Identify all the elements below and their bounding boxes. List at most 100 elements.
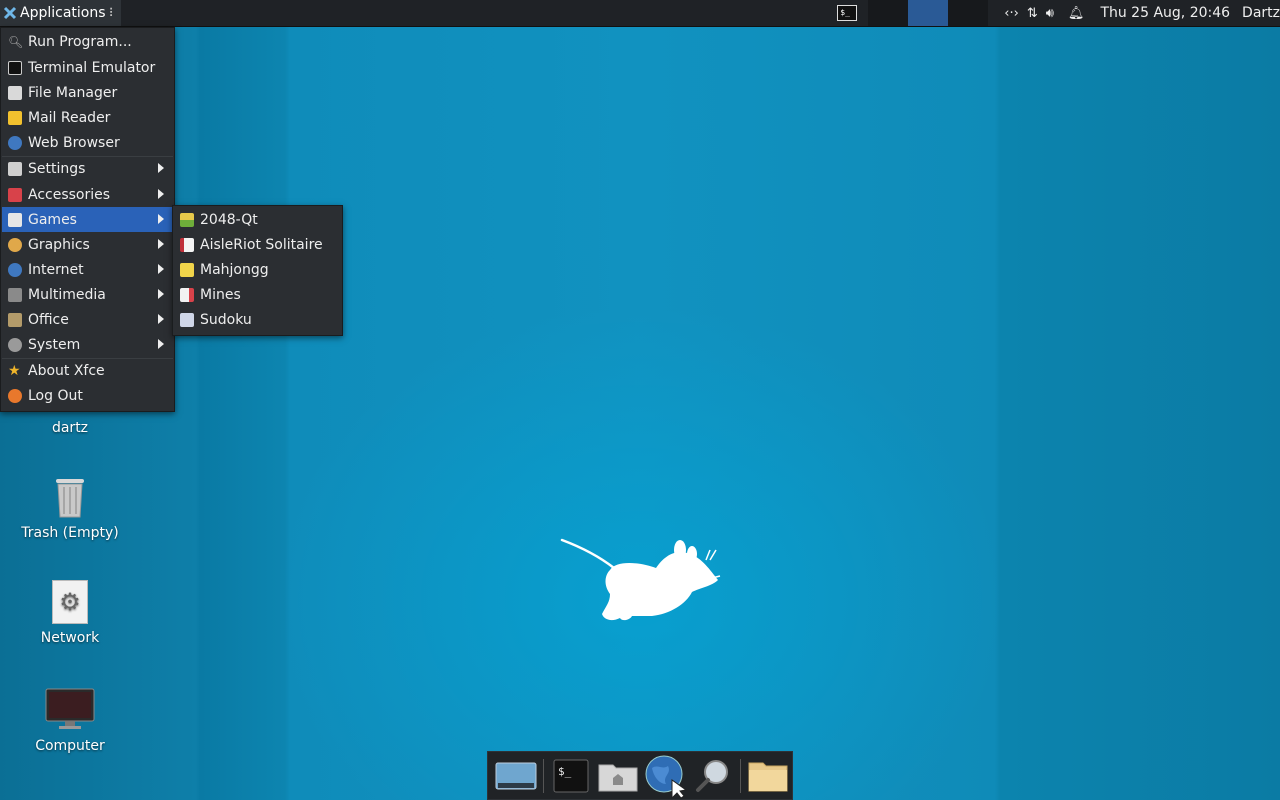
menu-item-internet[interactable]: Internet bbox=[2, 257, 173, 282]
terminal-icon: $_ bbox=[837, 5, 858, 21]
submenu-arrow-icon bbox=[158, 289, 164, 299]
menu-item-system[interactable]: System bbox=[2, 332, 173, 357]
menu-item-about-xfce[interactable]: ★ About Xfce bbox=[2, 358, 173, 383]
cards-icon bbox=[180, 237, 194, 252]
menu-item-aisleriot-solitaire[interactable]: AisleRiot Solitaire bbox=[174, 232, 341, 257]
desktop-icon-label: Computer bbox=[35, 738, 105, 754]
network-connection-icon[interactable]: ‹·› bbox=[1000, 6, 1023, 21]
menu-item-sudoku[interactable]: Sudoku bbox=[174, 307, 341, 332]
gear-icon bbox=[8, 337, 22, 352]
desktop-icon-network[interactable]: ⚙ Network bbox=[20, 580, 120, 646]
dock-file-folder[interactable] bbox=[744, 754, 792, 798]
sudoku-icon bbox=[180, 312, 194, 327]
terminal-icon bbox=[8, 60, 22, 75]
menu-item-label: Mahjongg bbox=[200, 261, 269, 278]
dock-show-desktop[interactable] bbox=[492, 754, 540, 798]
user-menu[interactable]: Dartz bbox=[1242, 5, 1280, 21]
menu-item-games[interactable]: Games bbox=[2, 207, 173, 232]
logout-icon bbox=[8, 388, 22, 403]
desktop-icon-label: dartz bbox=[51, 420, 89, 436]
folder-icon bbox=[8, 85, 22, 100]
settings-icon bbox=[8, 161, 22, 176]
clock[interactable]: Thu 25 Aug, 20:46 bbox=[1100, 5, 1230, 21]
applications-menu: 🔍︎ Run Program... Terminal Emulator File… bbox=[0, 27, 175, 412]
games-submenu: 2048-Qt AisleRiot Solitaire Mahjongg Min… bbox=[172, 205, 343, 336]
menu-item-office[interactable]: Office bbox=[2, 307, 173, 332]
dock-home-folder[interactable] bbox=[594, 754, 642, 798]
file-folder-icon bbox=[748, 762, 788, 791]
xfce-logo-icon bbox=[3, 6, 17, 20]
desktop-icon-home[interactable]: dartz bbox=[20, 420, 120, 436]
panel-handle-icon: ⠇ bbox=[108, 6, 118, 20]
menu-item-mahjongg[interactable]: Mahjongg bbox=[174, 257, 341, 282]
xfce-mouse-logo bbox=[560, 538, 721, 621]
terminal-icon: $_ bbox=[553, 759, 588, 792]
menu-item-run-program[interactable]: 🔍︎ Run Program... bbox=[2, 29, 173, 54]
menu-item-label: Sudoku bbox=[200, 311, 252, 328]
mahjongg-icon bbox=[180, 262, 194, 277]
globe-icon bbox=[8, 135, 22, 150]
menu-item-graphics[interactable]: Graphics bbox=[2, 232, 173, 257]
notification-bell-icon[interactable]: 🔔︎ bbox=[1064, 6, 1089, 21]
dock-separator bbox=[740, 758, 742, 793]
taskbar-terminal-button[interactable]: $_ bbox=[828, 0, 866, 26]
applications-label: Applications bbox=[20, 5, 106, 21]
desktop-icon-trash[interactable]: Trash (Empty) bbox=[20, 475, 120, 541]
dock-web-browser[interactable] bbox=[642, 754, 690, 798]
menu-item-label: File Manager bbox=[28, 84, 118, 101]
show-desktop-icon bbox=[495, 762, 537, 789]
menu-item-label: Mines bbox=[200, 286, 241, 303]
menu-item-multimedia[interactable]: Multimedia bbox=[2, 282, 173, 307]
submenu-arrow-icon bbox=[158, 314, 164, 324]
applications-menu-button[interactable]: Applications ⠇ bbox=[0, 0, 122, 26]
menu-item-settings[interactable]: Settings bbox=[2, 156, 173, 181]
dock-app-finder[interactable] bbox=[690, 754, 738, 798]
menu-item-label: Accessories bbox=[28, 186, 111, 203]
menu-item-log-out[interactable]: Log Out bbox=[2, 383, 173, 408]
submenu-arrow-icon bbox=[158, 339, 164, 349]
menu-item-2048-qt[interactable]: 2048-Qt bbox=[174, 207, 341, 232]
games-icon bbox=[8, 212, 22, 227]
submenu-arrow-icon bbox=[158, 239, 164, 249]
multimedia-icon bbox=[8, 287, 22, 302]
office-icon bbox=[8, 312, 22, 327]
submenu-arrow-icon bbox=[158, 214, 164, 224]
desktop-icon-label: Trash (Empty) bbox=[21, 525, 119, 541]
menu-item-web-browser[interactable]: Web Browser bbox=[2, 130, 173, 155]
menu-item-mail-reader[interactable]: Mail Reader bbox=[2, 105, 173, 130]
menu-item-label: Run Program... bbox=[28, 33, 132, 50]
menu-item-label: Mail Reader bbox=[28, 109, 111, 126]
bottom-dock: $_ bbox=[487, 751, 793, 800]
workspace-1[interactable] bbox=[868, 0, 909, 26]
submenu-arrow-icon bbox=[158, 189, 164, 199]
top-panel: Applications ⠇ $_ ‹·› ⇅ 🔊︎ 🔔︎ Thu 25 Aug… bbox=[0, 0, 1280, 27]
volume-icon[interactable]: 🔊︎ bbox=[1042, 6, 1058, 21]
desktop-icon-computer[interactable]: Computer bbox=[20, 688, 120, 754]
trash-icon bbox=[56, 479, 84, 518]
menu-item-label: Internet bbox=[28, 261, 84, 278]
updates-arrows-icon[interactable]: ⇅ bbox=[1023, 6, 1042, 21]
globe-icon bbox=[8, 262, 22, 277]
workspace-2[interactable] bbox=[908, 0, 949, 26]
accessories-icon bbox=[8, 187, 22, 202]
submenu-arrow-icon bbox=[158, 163, 164, 173]
menu-item-accessories[interactable]: Accessories bbox=[2, 182, 173, 207]
menu-item-label: Games bbox=[28, 211, 77, 228]
svg-text:$_: $_ bbox=[558, 765, 572, 778]
menu-item-label: Web Browser bbox=[28, 134, 120, 151]
menu-item-label: Multimedia bbox=[28, 286, 106, 303]
dock-terminal[interactable]: $_ bbox=[547, 754, 595, 798]
home-folder-icon bbox=[598, 764, 638, 791]
desktop-icon-label: Network bbox=[40, 630, 100, 646]
menu-item-mines[interactable]: Mines bbox=[174, 282, 341, 307]
menu-item-file-manager[interactable]: File Manager bbox=[2, 80, 173, 105]
computer-icon bbox=[45, 688, 95, 729]
menu-item-label: System bbox=[28, 336, 81, 353]
menu-item-label: AisleRiot Solitaire bbox=[200, 236, 323, 253]
app-finder-icon bbox=[695, 759, 728, 792]
menu-item-terminal-emulator[interactable]: Terminal Emulator bbox=[2, 55, 173, 80]
menu-item-label: 2048-Qt bbox=[200, 211, 258, 228]
workspace-3[interactable] bbox=[948, 0, 989, 26]
mail-icon bbox=[8, 110, 22, 125]
menu-item-label: About Xfce bbox=[28, 362, 105, 379]
